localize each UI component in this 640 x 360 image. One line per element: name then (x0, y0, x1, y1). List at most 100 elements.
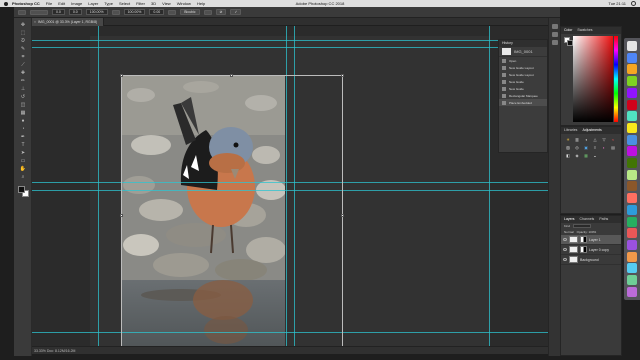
history-item[interactable]: Rectangular Marquee (499, 92, 547, 99)
history-panel-title[interactable]: History (499, 40, 547, 47)
height-field[interactable]: 100.00% (123, 9, 146, 15)
dock-app-icon[interactable] (627, 193, 637, 204)
reference-point-icon[interactable] (30, 9, 48, 15)
guide-vertical-left[interactable] (98, 26, 99, 346)
layer-mask-thumbnail[interactable] (580, 236, 587, 243)
canvas-area[interactable] (32, 26, 560, 346)
tab-channels[interactable]: Channels (580, 216, 595, 223)
healing-tool-icon[interactable]: ✚ (19, 70, 27, 76)
link-icon[interactable] (111, 9, 120, 15)
invert-icon[interactable]: ▤ (610, 145, 616, 150)
gradient-tool-icon[interactable]: ▦ (19, 110, 27, 116)
dock-app-icon[interactable] (627, 239, 637, 250)
properties-panel-icon[interactable] (552, 32, 558, 37)
dock-app-icon[interactable] (627, 169, 637, 180)
menu-edit[interactable]: Edit (58, 1, 65, 6)
menu-layer[interactable]: Layer (88, 1, 98, 6)
selective-color-icon[interactable]: ◒ (592, 153, 598, 158)
history-item[interactable]: New Guide Layout (499, 64, 547, 71)
dock-app-icon[interactable] (627, 216, 637, 227)
y-field[interactable]: 0.0 (68, 9, 82, 15)
dock-app-icon[interactable] (627, 134, 637, 145)
width-field[interactable]: 100.00% (85, 9, 108, 15)
blend-mode-select[interactable]: Normal (564, 230, 574, 234)
commit-transform-button[interactable]: ✓ (230, 9, 242, 15)
levels-icon[interactable]: ▥ (574, 137, 580, 142)
dock-app-icon[interactable] (627, 228, 637, 239)
x-field[interactable]: 0.0 (52, 9, 65, 15)
menu-file[interactable]: File (46, 1, 52, 6)
dock-app-icon[interactable] (627, 158, 637, 168)
dock-app-icon[interactable] (627, 111, 637, 122)
crop-tool-icon[interactable]: ⌗ (19, 54, 27, 60)
eyedropper-tool-icon[interactable]: ⟋ (19, 62, 27, 68)
visibility-eye-icon[interactable] (563, 258, 567, 261)
hand-tool-icon[interactable]: ✋ (19, 166, 27, 172)
transform-handle-ml[interactable] (120, 214, 123, 217)
menu-app-name[interactable]: Photoshop CC (12, 1, 40, 6)
history-item[interactable]: New Guide Layout (499, 71, 547, 78)
interpolation-select[interactable]: Bicubic (180, 9, 200, 15)
warp-icon[interactable] (203, 9, 212, 15)
marquee-tool-icon[interactable]: ⬚ (19, 30, 27, 36)
skew-icon[interactable] (168, 9, 177, 15)
blur-tool-icon[interactable]: ● (19, 118, 27, 124)
quick-select-tool-icon[interactable]: ✎ (19, 46, 27, 52)
dock-app-icon[interactable] (627, 204, 637, 215)
menu-window[interactable]: Window (177, 1, 191, 6)
dock-app-icon[interactable] (627, 76, 637, 87)
layer-row[interactable]: Layer 0 copy (561, 245, 621, 255)
menu-help[interactable]: Help (197, 1, 205, 6)
opacity-field[interactable]: Opacity: 100% (577, 230, 597, 234)
menu-filter[interactable]: Filter (136, 1, 145, 6)
apple-icon[interactable] (4, 1, 8, 6)
history-snapshot[interactable]: IMG_0001 (499, 47, 547, 57)
channel-mixer-icon[interactable]: ≡ (592, 145, 598, 150)
posterize-icon[interactable]: ◧ (565, 153, 571, 158)
menu-type[interactable]: Type (104, 1, 113, 6)
visibility-eye-icon[interactable] (563, 248, 567, 251)
layer-row[interactable]: Background (561, 255, 621, 265)
menu-image[interactable]: Image (71, 1, 82, 6)
history-item[interactable]: Open (499, 57, 547, 64)
layer-mask-thumbnail[interactable] (580, 246, 587, 253)
dock-app-icon[interactable] (627, 122, 637, 133)
menu-select[interactable]: Select (119, 1, 130, 6)
document-tab[interactable]: × IMG_0001 @ 33.3% (Layer 1, RGB/8) (32, 18, 105, 26)
dock-app-icon[interactable] (627, 181, 637, 192)
shape-tool-icon[interactable]: ▭ (19, 158, 27, 164)
visibility-eye-icon[interactable] (563, 238, 567, 241)
foreground-color-swatch[interactable] (18, 186, 25, 193)
transform-handle-tr[interactable] (341, 74, 344, 77)
color-lookup-icon[interactable]: ◐ (601, 145, 607, 150)
history-item[interactable]: New Guide (499, 85, 547, 92)
black-white-icon[interactable]: ◎ (574, 145, 580, 150)
dock-app-icon[interactable] (627, 146, 637, 157)
photo-filter-icon[interactable]: ▣ (583, 145, 589, 150)
zoom-tool-icon[interactable]: ⌕ (19, 174, 27, 180)
tab-paths[interactable]: Paths (599, 216, 608, 223)
exposure-icon[interactable]: △ (592, 137, 598, 142)
layer-filter-kind[interactable]: Kind (564, 224, 570, 228)
guide-horizontal-top-2[interactable] (32, 47, 560, 48)
tab-libraries[interactable]: Libraries (564, 127, 577, 134)
layer-row[interactable]: Layer 1 (561, 235, 621, 245)
lasso-tool-icon[interactable]: ᘐ (19, 38, 27, 44)
layer-filter-field[interactable] (573, 224, 592, 228)
dock-app-icon[interactable] (627, 99, 637, 110)
guide-horizontal-top[interactable] (32, 40, 560, 41)
spotlight-search-icon[interactable] (631, 1, 636, 6)
clock[interactable]: Tue 21:11 (608, 1, 626, 6)
cancel-transform-button[interactable]: ⊘ (215, 9, 227, 15)
dock-app-icon[interactable] (627, 275, 637, 285)
close-tab-icon[interactable]: × (34, 18, 36, 26)
history-item-active[interactable]: Place Embedded (499, 99, 547, 106)
brush-tool-icon[interactable]: ✏ (19, 78, 27, 84)
color-picker-field[interactable] (573, 36, 613, 122)
path-select-tool-icon[interactable]: ➤ (19, 150, 27, 156)
hue-saturation-icon[interactable]: ≈ (610, 137, 616, 142)
guide-vertical-right[interactable] (489, 26, 490, 346)
hue-slider[interactable] (614, 36, 618, 122)
dock-app-icon[interactable] (627, 52, 637, 63)
dock-app-icon[interactable] (627, 286, 637, 297)
